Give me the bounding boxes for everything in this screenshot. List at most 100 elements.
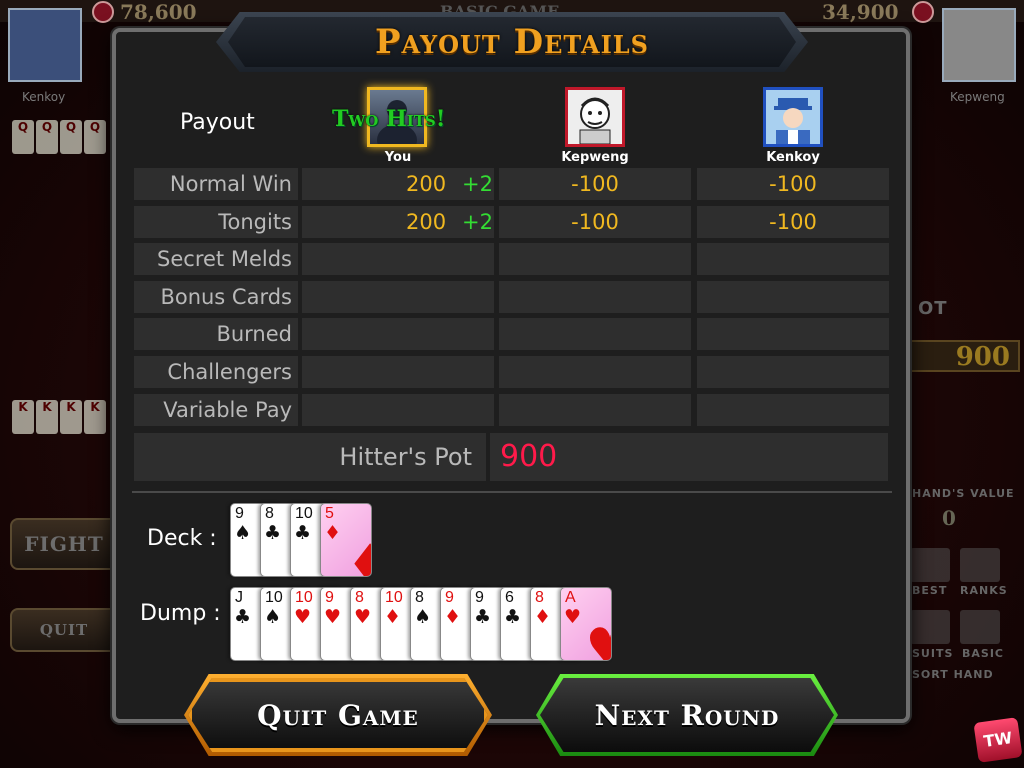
bg-card: K [84, 400, 106, 434]
card-rank: 6 [505, 589, 514, 606]
card-rank: 10 [295, 589, 313, 606]
payout-cell [302, 318, 494, 350]
payout-cell [302, 243, 494, 275]
card-suit-icon: ♦ [324, 522, 342, 544]
card-rank: 10 [385, 589, 403, 606]
divider [132, 491, 892, 493]
row-label: Tongits [134, 206, 298, 238]
bonus-value: +2 [462, 172, 493, 196]
payout-value: 200 [406, 172, 447, 196]
fight-button[interactable]: FIGHT [10, 518, 118, 570]
payout-cell: -100 [499, 168, 691, 200]
sort-suits-label: SUITS [912, 647, 954, 660]
bg-card: Q [36, 120, 58, 154]
kepweng-avatar-icon [565, 87, 625, 147]
card-big-suit-icon: ♥ [585, 622, 611, 661]
card-rank: J [235, 589, 243, 606]
card-rank: 9 [445, 589, 454, 606]
row-label: Bonus Cards [134, 281, 298, 313]
card-suit-icon: ♥ [294, 606, 312, 628]
card-big-suit-icon: ♦ [345, 538, 371, 577]
tongits-logo: TW [973, 717, 1023, 763]
row-label: Secret Melds [134, 243, 298, 275]
payout-cell [302, 394, 494, 426]
chip-icon [92, 1, 114, 23]
sort-basic-icon[interactable] [960, 610, 1000, 644]
hitters-pot-value: 900 [490, 433, 888, 481]
hitters-pot-label: Hitter's Pot [134, 433, 486, 481]
card-suit-icon: ♦ [444, 606, 462, 628]
row-label: Variable Pay [134, 394, 298, 426]
sort-best-icon[interactable] [910, 548, 950, 582]
row-label: Burned Players [134, 318, 298, 378]
sort-ranks-label: RANKS [960, 584, 1008, 597]
left-player-name: Kenkoy [22, 90, 66, 104]
sort-best-label: BEST [912, 584, 948, 597]
chip-icon [912, 1, 934, 23]
hand-value-label: HAND'S VALUE [912, 487, 1015, 500]
card-suit-icon: ♣ [474, 606, 492, 628]
payout-value: 200 [406, 210, 447, 234]
payout-cell [499, 318, 691, 350]
payout-value: -100 [769, 172, 817, 196]
kenkoy-avatar-icon [763, 87, 823, 147]
side-pot-value: 900 [905, 340, 1020, 372]
row-label: Challengers [134, 356, 298, 388]
hand-value: 0 [942, 506, 956, 530]
card-suit-icon: ♦ [534, 606, 552, 628]
card-suit-icon: ♠ [234, 522, 252, 544]
payout-cell [499, 243, 691, 275]
sort-basic-label: BASIC [962, 647, 1004, 660]
card-rank: 8 [535, 589, 544, 606]
card-rank: 8 [355, 589, 364, 606]
card-suit-icon: ♥ [324, 606, 342, 628]
card-rank: A [565, 589, 576, 606]
bg-card: K [60, 400, 82, 434]
bg-card: K [36, 400, 58, 434]
card-rank: 10 [265, 589, 283, 606]
dialog-title: Payout Details [374, 22, 650, 62]
right-score: 34,900 [822, 0, 899, 24]
left-score: 78,600 [120, 0, 197, 24]
pot-label: OT [918, 298, 948, 319]
payout-value: -100 [571, 172, 619, 196]
playing-card: A♥♥ [560, 587, 612, 661]
card-suit-icon: ♣ [234, 606, 252, 628]
payout-cell [499, 394, 691, 426]
payout-cell: -100 [499, 206, 691, 238]
kenkoy-avatar-icon[interactable] [8, 8, 82, 82]
payout-cell [697, 281, 889, 313]
card-suit-icon: ♠ [264, 606, 282, 628]
old-man-icon [579, 97, 611, 145]
bg-card: K [12, 400, 34, 434]
payout-label: Payout [180, 110, 255, 135]
payout-value: -100 [571, 210, 619, 234]
bg-card: Q [84, 120, 106, 154]
card-suit-icon: ♦ [384, 606, 402, 628]
card-suit-icon: ♣ [264, 522, 282, 544]
card-suit-icon: ♣ [504, 606, 522, 628]
bonus-value: +2 [462, 210, 493, 234]
payout-cell [697, 356, 889, 388]
card-rank: 8 [265, 505, 274, 522]
quit-side-button[interactable]: QUIT [10, 608, 118, 652]
bg-card: Q [12, 120, 34, 154]
two-hits-label: Two Hits! [332, 106, 446, 132]
card-rank: 8 [415, 589, 424, 606]
quit-game-button[interactable]: Quit Game [188, 678, 488, 752]
card-rank: 9 [475, 589, 484, 606]
sort-ranks-icon[interactable] [960, 548, 1000, 582]
payout-cell [697, 318, 889, 350]
deck-label: Deck : [147, 526, 217, 551]
sort-suits-icon[interactable] [910, 610, 950, 644]
payout-cell [302, 281, 494, 313]
card-suit-icon: ♥ [354, 606, 372, 628]
next-round-button[interactable]: Next Round [540, 678, 834, 752]
card-suit-icon: ♠ [414, 606, 432, 628]
man-hat-icon [774, 98, 812, 144]
payout-cell [302, 356, 494, 388]
payout-cell [697, 394, 889, 426]
card-suit-icon: ♣ [294, 522, 312, 544]
kepweng-avatar-icon[interactable] [942, 8, 1016, 82]
player-name-you: You [384, 150, 412, 165]
